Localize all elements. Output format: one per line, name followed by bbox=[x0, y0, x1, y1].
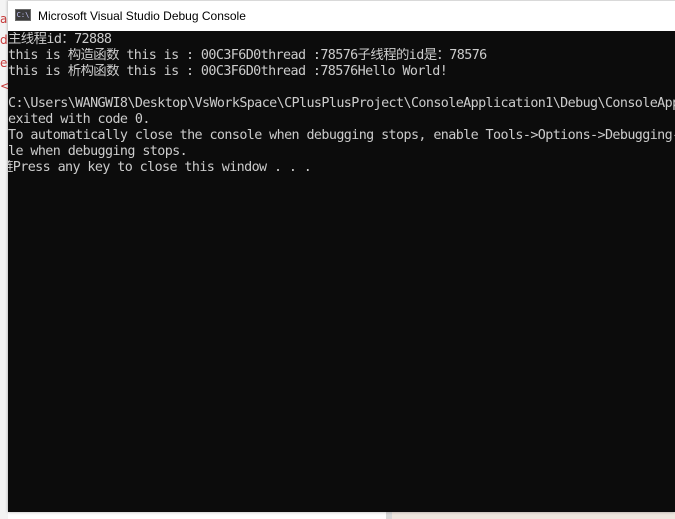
debug-console-window[interactable]: C:\ Microsoft Visual Studio Debug Consol… bbox=[8, 0, 675, 512]
cmd-console-icon: C:\ bbox=[15, 9, 31, 21]
console-press-key-line: 链Press any key to close this window . . … bbox=[8, 160, 675, 176]
press-key-text: Press any key to close this window . . . bbox=[12, 160, 312, 175]
console-output[interactable]: 主线程id：72888 this is 构造函数 this is : 00C3F… bbox=[8, 31, 675, 512]
background-editor-char: a bbox=[0, 12, 8, 26]
window-titlebar[interactable]: C:\ Microsoft Visual Studio Debug Consol… bbox=[8, 0, 675, 31]
console-line: 主线程id：72888 bbox=[8, 32, 112, 47]
background-editor-strip bbox=[0, 0, 8, 519]
console-line: this is 构造函数 this is : 00C3F6D0thread :7… bbox=[8, 48, 487, 63]
console-line: C:\Users\WANGWI8\Desktop\VsWorkSpace\CPl… bbox=[8, 96, 675, 111]
console-line: this is 析构函数 this is : 00C3F6D0thread :7… bbox=[8, 64, 448, 79]
console-line: le when debugging stops. bbox=[8, 144, 188, 159]
window-title: Microsoft Visual Studio Debug Console bbox=[38, 9, 246, 23]
background-editor-char: d bbox=[0, 33, 8, 47]
console-line: To automatically close the console when … bbox=[8, 128, 675, 143]
background-editor-char: e bbox=[0, 56, 8, 70]
console-line: exited with code 0. bbox=[8, 112, 150, 127]
